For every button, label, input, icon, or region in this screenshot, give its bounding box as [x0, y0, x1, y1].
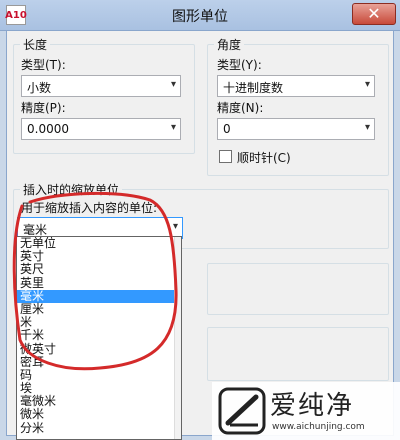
dropdown-option[interactable]: 千米	[17, 329, 181, 342]
clockwise-label[interactable]: 顺时针(C)	[237, 149, 291, 166]
dropdown-option[interactable]: 微英寸	[17, 342, 181, 356]
dropdown-scrollbar[interactable]	[174, 237, 181, 439]
clockwise-checkbox[interactable]	[219, 150, 232, 163]
lighting-group	[207, 327, 389, 381]
dropdown-option[interactable]: 分米	[17, 421, 181, 435]
length-precision-value: 0.0000	[27, 122, 69, 136]
close-icon: ✕	[367, 4, 381, 23]
length-precision-label: 精度(P):	[21, 101, 66, 115]
angle-precision-label: 精度(N):	[217, 101, 264, 115]
angle-type-value: 十进制度数	[223, 81, 284, 95]
length-type-select[interactable]: 小数 ▾	[21, 75, 181, 97]
angle-type-label: 类型(Y):	[217, 58, 262, 72]
angle-precision-select[interactable]: 0 ▾	[217, 118, 375, 140]
sample-output-group	[207, 263, 389, 315]
dropdown-option[interactable]: 英尺	[17, 263, 181, 276]
watermark: 爱纯净 www.aichunjing.com	[212, 382, 400, 440]
dropdown-option[interactable]: 密耳	[17, 355, 181, 369]
watermark-name: 爱纯净	[270, 391, 355, 421]
chevron-down-icon: ▾	[170, 79, 176, 90]
length-precision-select[interactable]: 0.0000 ▾	[21, 118, 181, 140]
title-bar: A10 图形单位 ✕	[0, 0, 400, 31]
watermark-url: www.aichunjing.com	[272, 422, 365, 432]
length-type-value: 小数	[27, 81, 52, 95]
angle-type-select[interactable]: 十进制度数 ▾	[217, 75, 375, 97]
insertion-units-label: 用于缩放插入内容的单位:	[21, 201, 158, 215]
length-type-label: 类型(T):	[21, 58, 66, 72]
chevron-down-icon: ▾	[170, 122, 176, 133]
dropdown-option[interactable]: 厘米	[17, 302, 181, 316]
angle-group-title: 角度	[214, 36, 245, 53]
insertion-units-value: 毫米	[23, 223, 48, 237]
chevron-down-icon: ▾	[364, 79, 370, 90]
window-title: 图形单位	[172, 9, 228, 25]
chevron-down-icon: ▾	[364, 122, 370, 133]
angle-precision-value: 0	[223, 122, 231, 136]
chevron-down-icon: ▾	[172, 221, 178, 232]
insertion-group-title: 插入时的缩放单位	[20, 181, 123, 198]
length-group-title: 长度	[20, 36, 51, 53]
dropdown-option[interactable]: 毫米	[17, 289, 181, 303]
dropdown-option[interactable]: 码	[17, 368, 181, 382]
close-button[interactable]: ✕	[352, 3, 396, 25]
watermark-logo-icon	[218, 387, 266, 435]
dropdown-option[interactable]: 微米	[17, 408, 181, 421]
dropdown-option[interactable]: 英里	[17, 276, 181, 290]
insertion-units-list[interactable]: 无单位 英寸 英尺 英里 毫米 厘米米千米 微英寸 密耳码埃毫微米 微米 分米	[16, 236, 182, 440]
